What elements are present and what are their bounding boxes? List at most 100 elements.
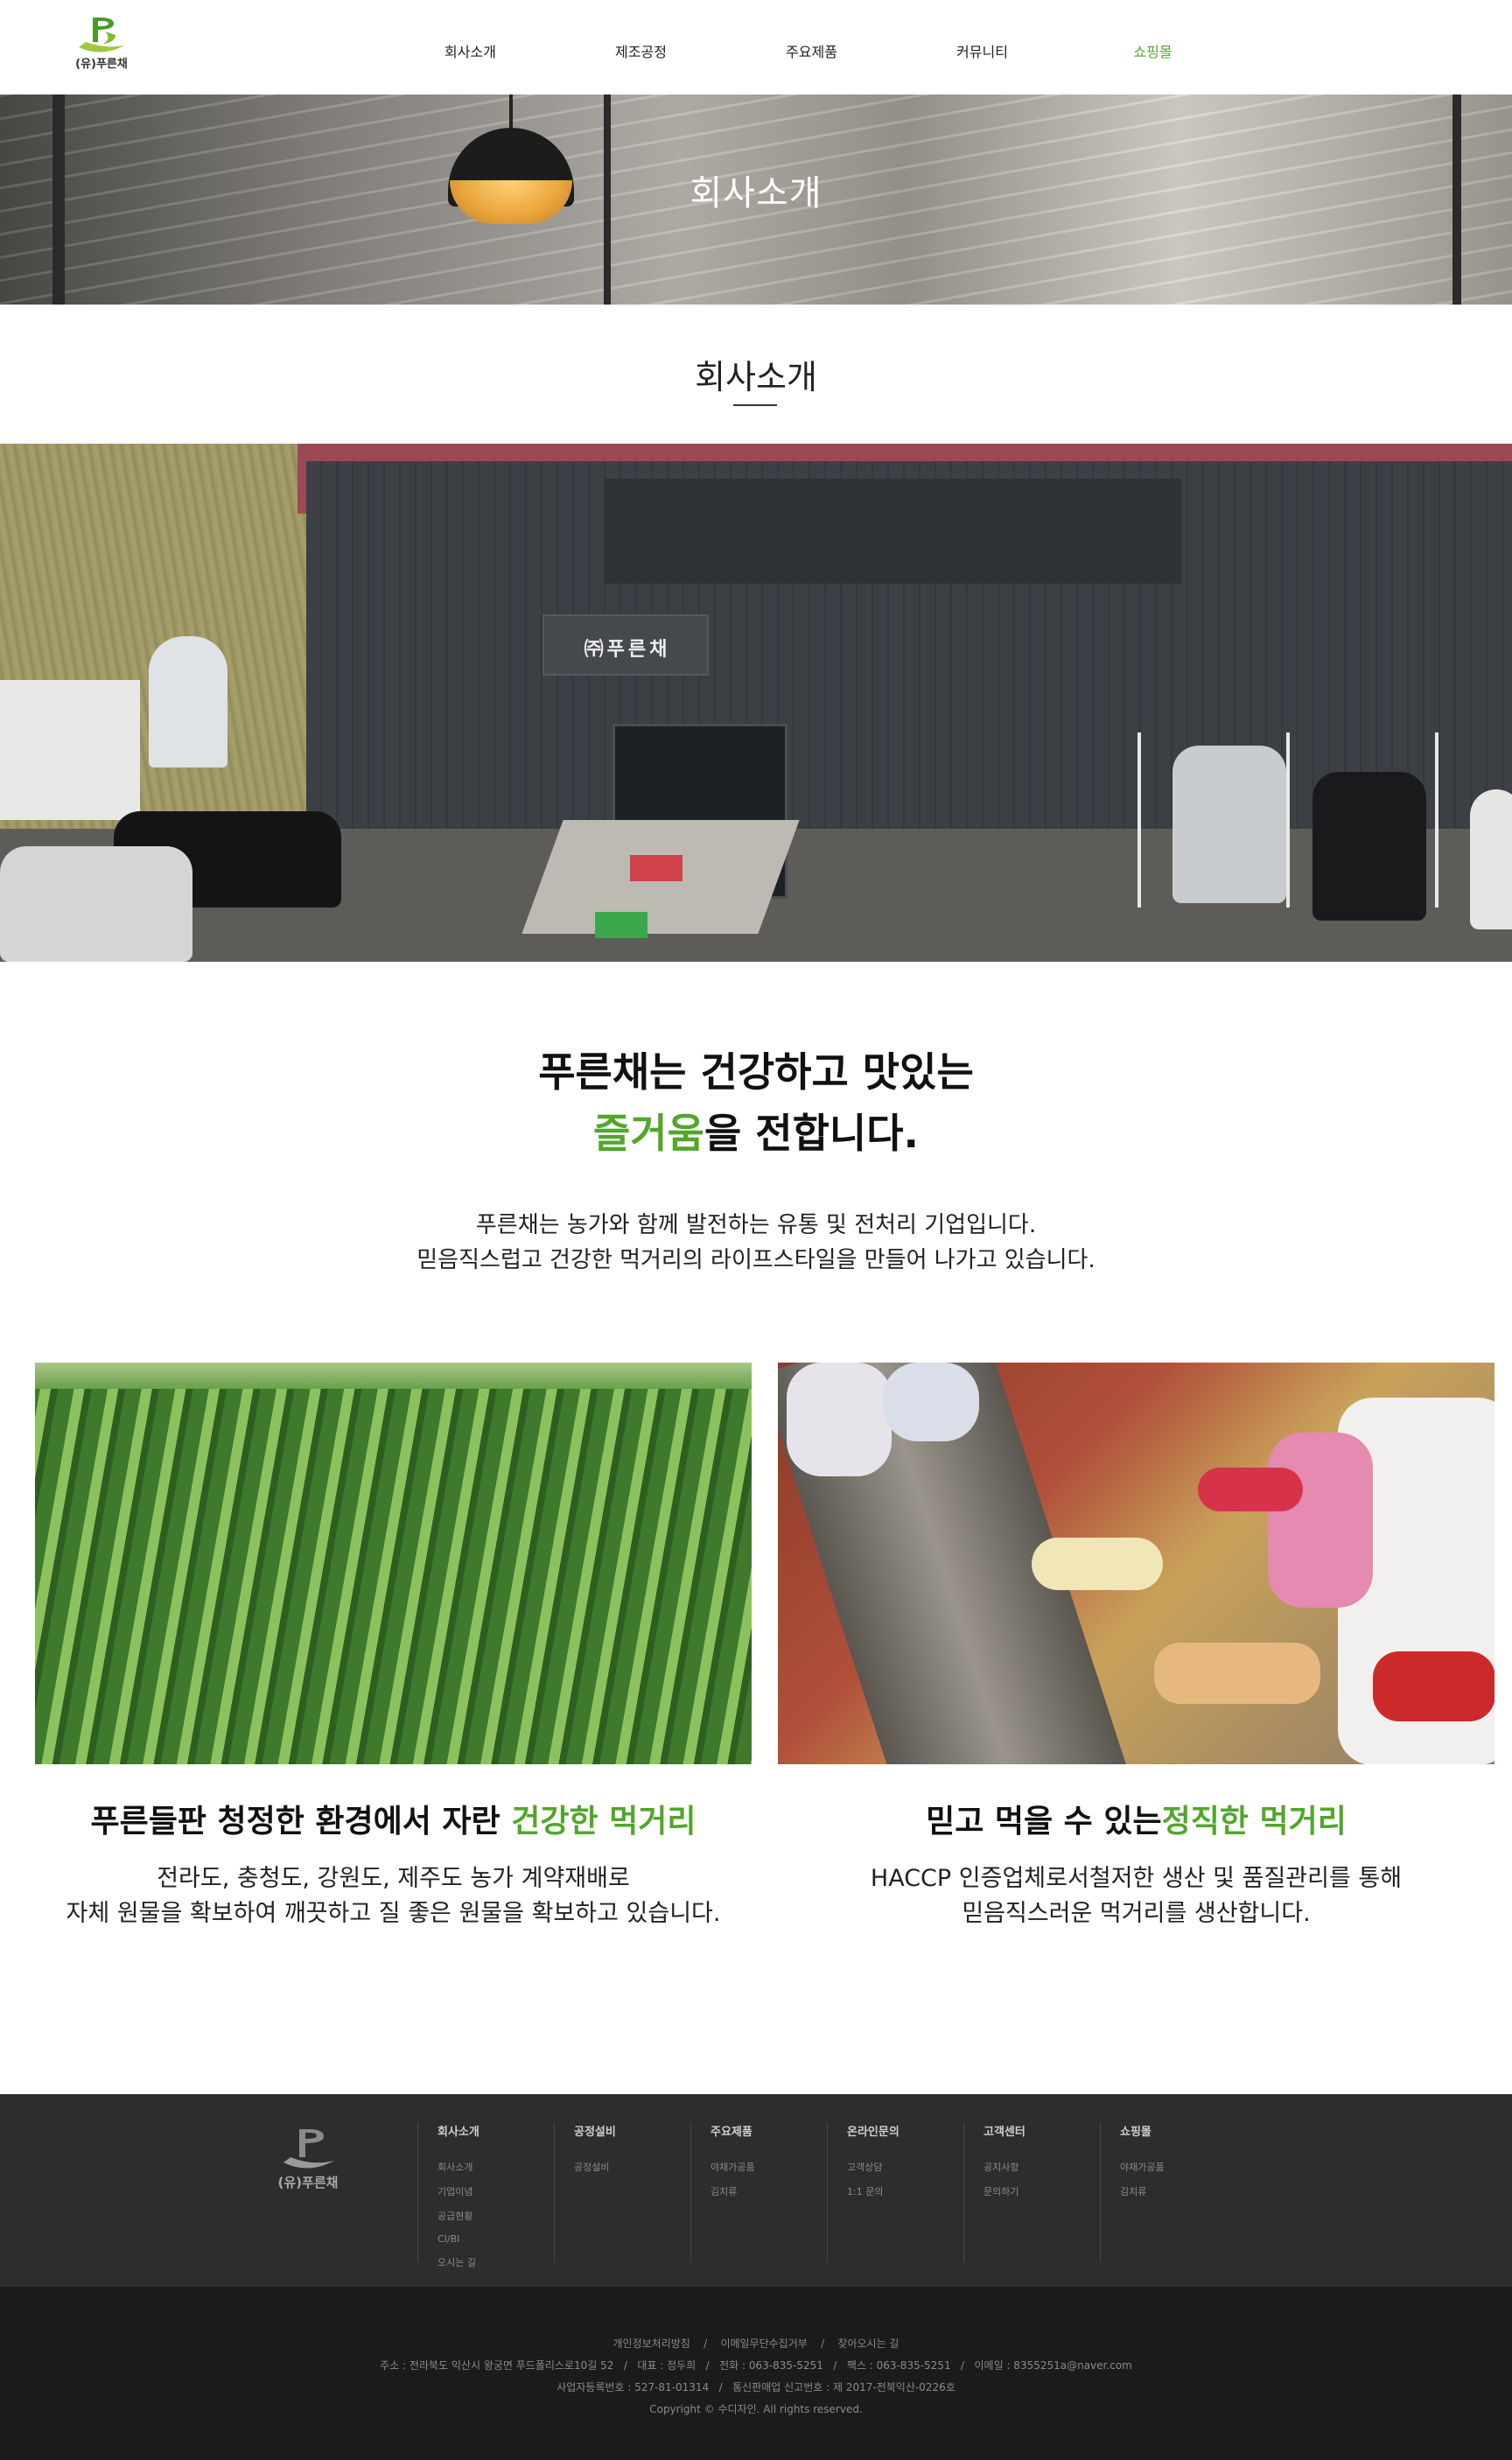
- worker: [787, 1363, 892, 1476]
- directions-link[interactable]: 찾아오시는 길: [837, 2337, 899, 2350]
- kimchi-production-photo: [778, 1363, 1494, 1764]
- lamp-cord: [509, 95, 513, 130]
- entrance-mat-red: [630, 855, 682, 881]
- footer-sitemap: (유)푸른채 회사소개 회사소개 기업이념 공급현황 CI/BI 오시는 길 공…: [0, 2094, 1512, 2287]
- nav-item-products[interactable]: 주요제품: [726, 0, 897, 95]
- worker: [883, 1363, 979, 1441]
- parked-car: [1172, 746, 1286, 903]
- title-underline: [733, 404, 777, 406]
- card-desc-right: HACCP 인증업체로서철저한 생산 및 품질관리를 통해 믿음직스러운 먹거리…: [778, 1861, 1494, 1931]
- slogan-line-1: 푸른채는 건강하고 맛있는: [538, 1048, 974, 1096]
- factory-photo: ㈜푸른채: [0, 444, 1512, 962]
- side-hut: [0, 680, 140, 820]
- parking-line: [1286, 732, 1290, 908]
- footer-col-shop: 쇼핑몰 야채가공품 김치류: [1100, 2122, 1236, 2262]
- nav-item-process[interactable]: 제조공정: [556, 0, 726, 95]
- footer-link[interactable]: 야채가공품: [710, 2160, 827, 2174]
- footer-address: 주소 : 전라북도 익산시 왕궁면 푸드폴리스로10길 52 / 대표 : 정두…: [380, 2359, 1132, 2372]
- storage-tank: [149, 636, 228, 767]
- cabbage-field-photo: [35, 1363, 752, 1764]
- logo-mark-icon: [79, 18, 124, 53]
- footer-link[interactable]: 공급현황: [438, 2209, 554, 2223]
- cabbage: [1032, 1538, 1163, 1590]
- footer-col-title[interactable]: 고객센터: [984, 2122, 1100, 2139]
- parking-line: [1138, 732, 1141, 908]
- card-title-left: 푸른들판 청정한 환경에서 자란 건강한 먹거리: [35, 1796, 752, 1841]
- card-desc-left: 전라도, 충청도, 강원도, 제주도 농가 계약재배로 자체 원물을 확보하여 …: [35, 1861, 752, 1931]
- page-title: 회사소개: [695, 358, 817, 396]
- slogan-rest: 을 전합니다.: [704, 1110, 920, 1157]
- main-nav: 회사소개 제조공정 주요제품 커뮤니티 쇼핑몰: [385, 0, 1238, 95]
- card-title-plain: 믿고 먹을 수 있는: [926, 1804, 1162, 1840]
- parked-car: [1470, 789, 1512, 929]
- footer-link[interactable]: 공지사항: [984, 2160, 1100, 2174]
- footer-col-title[interactable]: 온라인문의: [847, 2122, 963, 2139]
- footer-col-support: 고객센터 공지사항 문의하기: [963, 2122, 1100, 2262]
- footer-col-products: 주요제품 야채가공품 김치류: [690, 2122, 827, 2262]
- card-title-plain: 푸른들판 청정한 환경에서 자란: [90, 1804, 512, 1840]
- card-title-accent: 정직한 먹거리: [1161, 1804, 1347, 1840]
- footer-link[interactable]: 공정설비: [574, 2160, 690, 2174]
- link-separator: /: [693, 2337, 718, 2350]
- card-desc-line: HACCP 인증업체로서철저한 생산 및 품질관리를 통해: [870, 1865, 1403, 1892]
- link-separator: /: [810, 2337, 835, 2350]
- card-desc-line: 믿음직스러운 먹거리를 생산합니다.: [962, 1900, 1311, 1927]
- parked-car: [1312, 772, 1426, 921]
- nav-item-shop[interactable]: 쇼핑몰: [1068, 0, 1238, 95]
- footer-col-title[interactable]: 공정설비: [574, 2122, 690, 2139]
- footer-link[interactable]: 문의하기: [984, 2184, 1100, 2198]
- glove: [1198, 1468, 1303, 1511]
- factory-sign-text: ㈜푸른채: [584, 639, 671, 661]
- footer-copyright: Copyright © 수디자인. All rights reserved.: [649, 2403, 863, 2415]
- footer-col-inquiry: 온라인문의 고객상담 1:1 문의: [827, 2122, 963, 2262]
- entrance-mat-green: [595, 912, 648, 938]
- footer-logo[interactable]: [273, 2122, 343, 2175]
- card-title-right: 믿고 먹을 수 있는정직한 먹거리: [778, 1796, 1494, 1841]
- parked-car: [0, 846, 192, 962]
- footer-link[interactable]: 회사소개: [438, 2160, 554, 2174]
- hero-banner: 회사소개: [0, 95, 1512, 305]
- intro-line-2: 믿음직스럽고 건강한 먹거리의 라이프스타일을 만들어 나가고 있습니다.: [416, 1247, 1096, 1273]
- footer-col-title[interactable]: 쇼핑몰: [1120, 2122, 1236, 2139]
- footer-link[interactable]: 야채가공품: [1120, 2160, 1236, 2174]
- footer-link[interactable]: 오시는 길: [438, 2255, 554, 2269]
- nav-item-community[interactable]: 커뮤니티: [897, 0, 1068, 95]
- logo-text: (유)푸른채: [75, 58, 128, 71]
- footer-link[interactable]: 1:1 문의: [847, 2184, 963, 2198]
- footer-info: 개인정보처리방침 / 이메일무단수집거부 / 찾아오시는 길 주소 : 전라북도…: [0, 2287, 1512, 2460]
- glove: [1154, 1643, 1320, 1704]
- footer-link[interactable]: 김치류: [710, 2184, 827, 2198]
- footer-link[interactable]: 고객상담: [847, 2160, 963, 2174]
- email-policy-link[interactable]: 이메일무단수집거부: [720, 2337, 807, 2350]
- footer-link[interactable]: 김치류: [1120, 2184, 1236, 2198]
- glove: [1373, 1651, 1494, 1721]
- card-desc-line: 자체 원물을 확보하여 깨끗하고 질 좋은 원물을 확보하고 있습니다.: [66, 1900, 721, 1927]
- privacy-policy-link[interactable]: 개인정보처리방침: [613, 2337, 690, 2350]
- footer-logo-text: (유)푸른채: [277, 2175, 339, 2190]
- intro-line-1: 푸른채는 농가와 함께 발전하는 유통 및 전처리 기업입니다.: [475, 1212, 1037, 1238]
- site-header: (유)푸른채 회사소개 제조공정 주요제품 커뮤니티 쇼핑몰: [0, 0, 1512, 95]
- company-logo[interactable]: (유)푸른채: [70, 12, 133, 74]
- worker: [1268, 1433, 1373, 1608]
- slogan: 푸른채는 건강하고 맛있는 즐거움을 전합니다.: [0, 1041, 1512, 1164]
- intro-text: 푸른채는 농가와 함께 발전하는 유통 및 전처리 기업입니다. 믿음직스럽고 …: [0, 1208, 1512, 1278]
- crop-rows: [35, 1363, 752, 1764]
- slogan-accent: 즐거움: [592, 1110, 704, 1157]
- card-title-accent: 건강한 먹거리: [511, 1804, 696, 1840]
- factory-sign: ㈜푸른채: [542, 614, 709, 676]
- footer-col-facility: 공정설비 공정설비: [554, 2122, 690, 2262]
- footer-col-company: 회사소개 회사소개 기업이념 공급현황 CI/BI 오시는 길: [417, 2122, 554, 2268]
- footer-link[interactable]: 기업이념: [438, 2184, 554, 2198]
- field-horizon: [35, 1363, 752, 1389]
- parking-line: [1435, 732, 1438, 908]
- footer-col-title[interactable]: 주요제품: [710, 2122, 827, 2139]
- slogan-line-2: 즐거움을 전합니다.: [0, 1103, 1512, 1164]
- footer-link[interactable]: CI/BI: [438, 2233, 554, 2245]
- footer-policy-links: 개인정보처리방침 / 이메일무단수집거부 / 찾아오시는 길: [0, 2336, 1512, 2351]
- hero-title: 회사소개: [690, 173, 822, 214]
- footer-logo-icon: [284, 2129, 334, 2169]
- card-desc-line: 전라도, 충청도, 강원도, 제주도 농가 계약재배로: [157, 1865, 630, 1892]
- nav-item-company[interactable]: 회사소개: [385, 0, 556, 95]
- footer-col-title[interactable]: 회사소개: [438, 2122, 554, 2139]
- factory-upper-block: [604, 479, 1181, 584]
